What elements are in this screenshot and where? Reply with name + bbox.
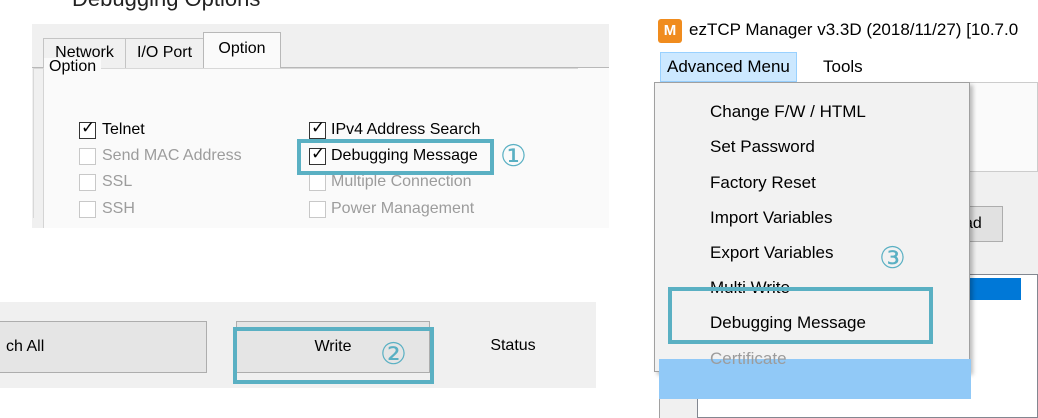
ipv4-address-search-checkbox[interactable]: ✓	[309, 118, 326, 139]
send-mac-address-checkbox	[79, 148, 96, 165]
menu-item-export-variables[interactable]: Export Variables	[710, 242, 833, 264]
menu-hover-highlight	[659, 359, 971, 399]
check-icon: ✓	[81, 118, 96, 137]
eztcp-manager-window: M ezTCP Manager v3.3D (2018/11/27) [10.7…	[651, 10, 1038, 418]
background-panel	[969, 82, 1038, 172]
telnet-label: Telnet	[102, 121, 145, 138]
menu-bar: Advanced Menu Tools	[651, 52, 1038, 82]
menu-item-import-variables[interactable]: Import Variables	[710, 207, 833, 229]
menu-item-set-password[interactable]: Set Password	[710, 136, 815, 158]
callout-2: ②	[380, 338, 407, 371]
power-management-checkbox	[309, 201, 326, 218]
app-icon: M	[658, 19, 682, 43]
partial-heading: Debugging Options	[72, 0, 260, 12]
send-mac-address-label: Send MAC Address	[102, 147, 242, 164]
selected-row[interactable]	[969, 278, 1021, 300]
tab-option[interactable]: Option	[203, 32, 281, 69]
menu-item-certificate: Certificate	[710, 349, 787, 368]
debugging-message-highlight	[297, 139, 494, 175]
telnet-checkbox[interactable]: ✓	[79, 118, 96, 139]
menu-item-change-fw-html[interactable]: Change F/W / HTML	[710, 101, 866, 123]
callout-3: ③	[879, 242, 906, 275]
option-group-label: Option	[44, 58, 102, 76]
menu-advanced[interactable]: Advanced Menu	[660, 52, 797, 82]
ssl-label: SSL	[102, 173, 133, 190]
callout-1: ①	[500, 140, 527, 173]
search-all-button[interactable]: ch All	[0, 321, 207, 373]
check-icon: ✓	[311, 118, 326, 137]
multiple-connection-label: Multiple Connection	[331, 173, 472, 190]
ssl-checkbox	[79, 174, 96, 191]
ipv4-address-search-label: IPv4 Address Search	[331, 121, 481, 138]
debugging-menu-highlight	[668, 287, 933, 344]
window-title: ezTCP Manager v3.3D (2018/11/27) [10.7.0	[689, 20, 1019, 39]
menu-item-factory-reset[interactable]: Factory Reset	[710, 172, 816, 194]
tab-io-port[interactable]: I/O Port	[125, 38, 204, 68]
ssh-checkbox	[79, 201, 96, 218]
power-management-label: Power Management	[331, 200, 475, 217]
status-button[interactable]: Status	[430, 321, 596, 373]
menu-tools[interactable]: Tools	[817, 52, 869, 82]
ssh-label: SSH	[102, 200, 135, 217]
multiple-connection-checkbox	[309, 174, 326, 191]
